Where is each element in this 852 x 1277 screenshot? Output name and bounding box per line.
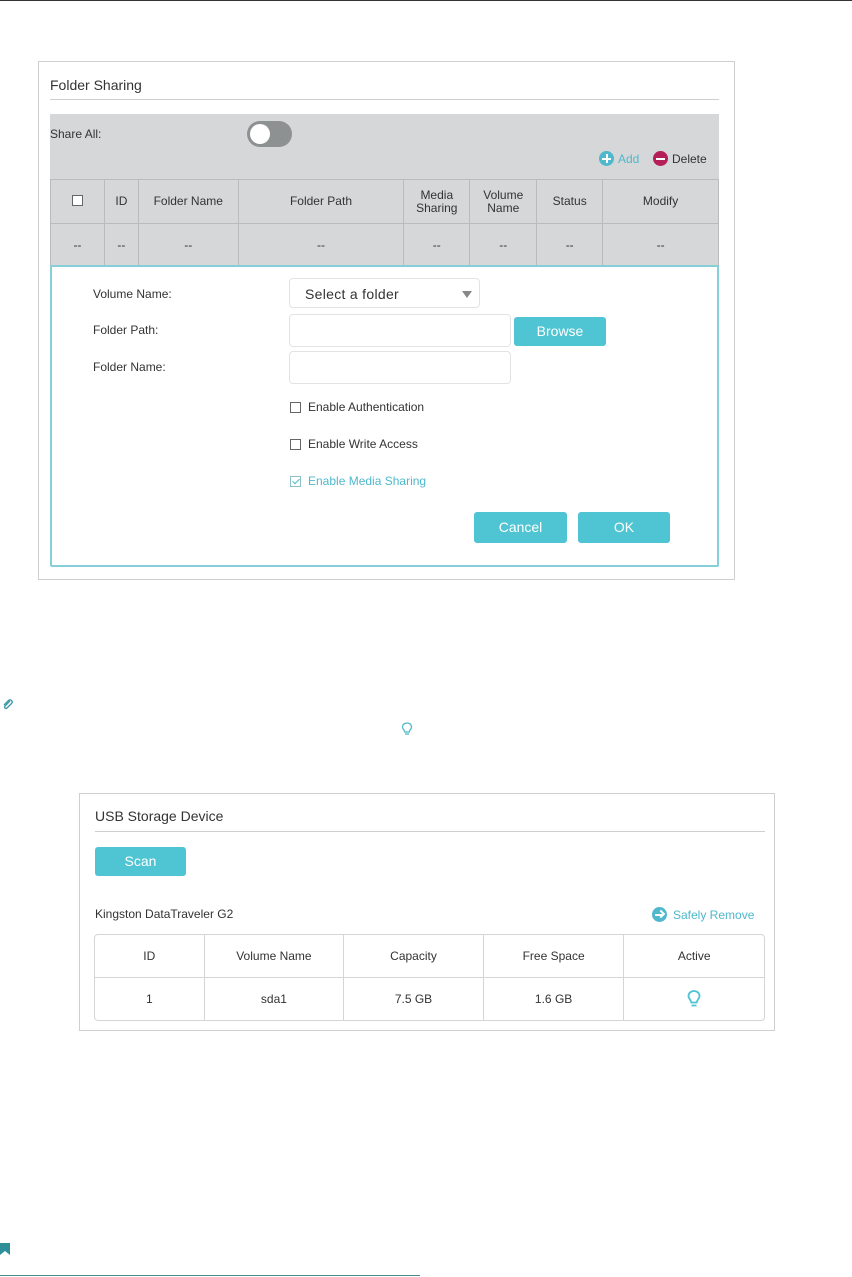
enable-media-sharing-option[interactable]: Enable Media Sharing bbox=[290, 474, 426, 488]
volume-name-cell: sda1 bbox=[203, 978, 344, 1020]
enable-authentication-label: Enable Authentication bbox=[308, 400, 425, 414]
bulb-icon[interactable] bbox=[687, 990, 701, 1008]
title-divider bbox=[50, 99, 719, 100]
cancel-button[interactable]: Cancel bbox=[474, 512, 567, 543]
column-header: Volume Name bbox=[203, 935, 344, 978]
add-icon bbox=[599, 151, 614, 166]
table-cell: -- bbox=[469, 223, 538, 266]
title-divider bbox=[95, 831, 765, 832]
column-header: Free Space bbox=[482, 935, 624, 978]
usb-volume-table: ID Volume Name Capacity Free Space Activ… bbox=[94, 934, 765, 1021]
select-all-cell[interactable] bbox=[50, 179, 105, 224]
table-header-row: ID Folder Name Folder Path Media Sharing… bbox=[50, 179, 719, 224]
active-cell[interactable] bbox=[623, 978, 764, 1020]
folder-path-label: Folder Path: bbox=[93, 323, 159, 337]
free-space-cell: 1.6 GB bbox=[482, 978, 624, 1020]
delete-icon bbox=[653, 151, 668, 166]
enable-media-sharing-checkbox[interactable] bbox=[290, 475, 301, 487]
add-label: Add bbox=[618, 151, 640, 166]
table-cell: -- bbox=[237, 223, 405, 266]
safely-remove-label: Safely Remove bbox=[673, 907, 755, 922]
volume-name-label: Volume Name: bbox=[93, 287, 172, 301]
column-header: Status bbox=[536, 179, 604, 224]
folder-name-input[interactable] bbox=[289, 351, 511, 384]
delete-label: Delete bbox=[672, 151, 707, 166]
table-cell: -- bbox=[50, 223, 105, 266]
browse-button[interactable]: Browse bbox=[514, 317, 606, 346]
top-rule bbox=[0, 0, 852, 1]
device-name: Kingston DataTraveler G2 bbox=[95, 907, 234, 921]
table-cell: -- bbox=[602, 223, 719, 266]
column-header: Capacity bbox=[343, 935, 483, 978]
delete-button[interactable]: Delete bbox=[653, 151, 707, 166]
bookmark-icon bbox=[0, 1243, 10, 1255]
enable-write-access-option[interactable]: Enable Write Access bbox=[290, 437, 418, 451]
column-header: ID bbox=[95, 935, 204, 978]
toggle-knob bbox=[250, 124, 270, 144]
arrow-right-icon bbox=[652, 907, 667, 922]
select-all-checkbox[interactable] bbox=[71, 194, 83, 206]
folder-name-label: Folder Name: bbox=[93, 360, 166, 374]
enable-write-access-label: Enable Write Access bbox=[308, 437, 418, 451]
bottom-rule bbox=[0, 1275, 420, 1276]
volume-name-select[interactable]: Select a folder bbox=[289, 278, 480, 308]
column-header: ID bbox=[103, 179, 139, 224]
capacity-cell: 7.5 GB bbox=[343, 978, 483, 1020]
folder-sharing-title: Folder Sharing bbox=[50, 77, 142, 93]
scan-button[interactable]: Scan bbox=[95, 847, 186, 876]
ok-button[interactable]: OK bbox=[578, 512, 670, 543]
lightbulb-icon bbox=[401, 722, 413, 735]
id-cell: 1 bbox=[145, 992, 153, 1006]
folder-table: ID Folder Name Folder Path Media Sharing… bbox=[50, 179, 719, 266]
share-all-label: Share All: bbox=[50, 127, 102, 141]
column-header: Media Sharing bbox=[403, 179, 471, 224]
table-cell: -- bbox=[536, 223, 604, 266]
column-header: Modify bbox=[602, 179, 719, 224]
enable-write-access-checkbox[interactable] bbox=[290, 438, 301, 450]
folder-path-input[interactable] bbox=[289, 314, 511, 347]
table-row: -- -- -- -- -- -- -- -- bbox=[50, 223, 719, 266]
column-header: Folder Name bbox=[137, 179, 239, 224]
paperclip-icon bbox=[3, 699, 13, 710]
table-row: 1 sda1 7.5 GB 1.6 GB bbox=[95, 978, 764, 1020]
chevron-down-icon bbox=[462, 291, 472, 298]
column-header: Volume Name bbox=[469, 179, 538, 224]
table-cell: -- bbox=[137, 223, 239, 266]
folder-sharing-panel: Folder Sharing Share All: Add Delete ID … bbox=[38, 61, 735, 580]
safely-remove-button[interactable]: Safely Remove bbox=[652, 907, 754, 922]
add-button[interactable]: Add bbox=[599, 151, 639, 166]
column-header: Active bbox=[623, 935, 764, 978]
table-header-row: ID Volume Name Capacity Free Space Activ… bbox=[95, 935, 764, 978]
usb-storage-panel: USB Storage Device Scan Kingston DataTra… bbox=[79, 793, 775, 1031]
usb-storage-title: USB Storage Device bbox=[95, 808, 224, 824]
enable-authentication-checkbox[interactable] bbox=[290, 401, 301, 413]
table-cell: -- bbox=[403, 223, 471, 266]
table-cell: -- bbox=[103, 223, 139, 266]
folder-edit-form: Volume Name: Select a folder Folder Path… bbox=[50, 265, 719, 567]
enable-authentication-option[interactable]: Enable Authentication bbox=[290, 400, 424, 414]
share-all-toggle[interactable] bbox=[247, 121, 292, 147]
enable-media-sharing-label: Enable Media Sharing bbox=[308, 474, 427, 488]
column-header: Folder Path bbox=[237, 179, 405, 224]
volume-select-value: Select a folder bbox=[305, 286, 399, 302]
